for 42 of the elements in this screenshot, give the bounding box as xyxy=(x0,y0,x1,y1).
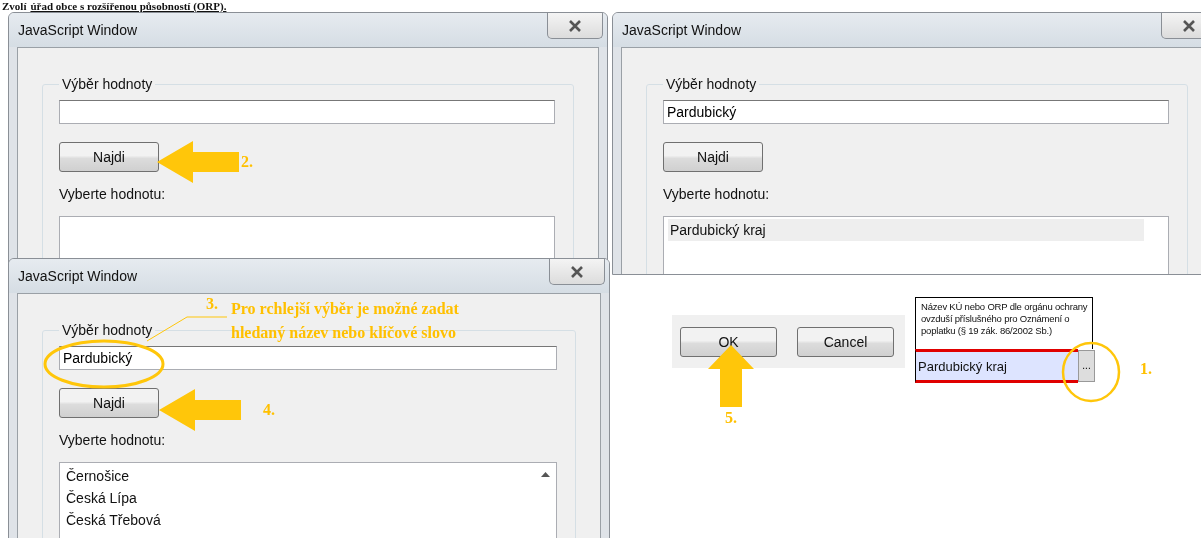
list-item[interactable]: Černošice xyxy=(64,465,532,487)
highlight-circle xyxy=(1061,341,1121,403)
value-list[interactable]: Černošice Česká Lípa Česká Třebová xyxy=(59,462,557,538)
group-label: Výběr hodnoty xyxy=(61,322,154,338)
value-field[interactable]: Pardubický kraj xyxy=(915,349,1078,383)
heading-text: Zvolí xyxy=(2,0,27,12)
step-number: 3. xyxy=(206,295,218,313)
step-number: 4. xyxy=(263,401,275,419)
find-button[interactable]: Najdi xyxy=(59,388,159,418)
list-label: Vyberte hodnotu: xyxy=(59,186,167,202)
annotation-text: Pro rchlejší výběr je možné zadat hledaný název nebo klíčové slovo xyxy=(231,299,460,344)
dialog-button[interactable]: OK xyxy=(680,326,777,357)
close-button[interactable] xyxy=(549,259,605,285)
group-label: Výběr hodnoty xyxy=(665,76,758,92)
close-button[interactable] xyxy=(547,13,603,39)
window-title: JavaScript Window xyxy=(18,268,138,284)
value-list[interactable]: Pardubický kraj xyxy=(663,216,1169,274)
close-button[interactable] xyxy=(1161,13,1201,39)
window-title: JavaScript Window xyxy=(18,22,138,38)
dialog-button[interactable]: Cancel xyxy=(797,326,894,357)
list-item[interactable]: Česká Lípa xyxy=(64,487,532,509)
close-icon xyxy=(568,19,582,32)
list-label: Vyberte hodnotu: xyxy=(663,186,771,202)
search-field[interactable] xyxy=(59,100,555,124)
list-item[interactable]: Česká Třebová xyxy=(64,509,532,531)
step-number: 5. xyxy=(725,409,737,427)
group-label: Výběr hodnoty xyxy=(61,76,154,92)
close-icon xyxy=(1182,19,1196,32)
arrow-icon xyxy=(159,389,241,431)
find-button[interactable]: Najdi xyxy=(59,142,159,172)
arrow-icon xyxy=(708,345,754,407)
find-button[interactable]: Najdi xyxy=(663,142,763,172)
ellipsis-button[interactable]: ... xyxy=(1078,350,1095,382)
search-field[interactable]: Pardubický xyxy=(663,100,1169,124)
search-field[interactable]: Pardubický xyxy=(59,346,557,370)
arrow-icon xyxy=(157,141,239,183)
close-icon xyxy=(570,265,584,278)
list-item[interactable]: Pardubický kraj xyxy=(668,219,1144,241)
list-label: Vyberte hodnotu: xyxy=(59,432,167,448)
step-number: 2. xyxy=(241,153,253,171)
step-number: 1. xyxy=(1140,360,1152,378)
window-title: JavaScript Window xyxy=(622,22,742,38)
